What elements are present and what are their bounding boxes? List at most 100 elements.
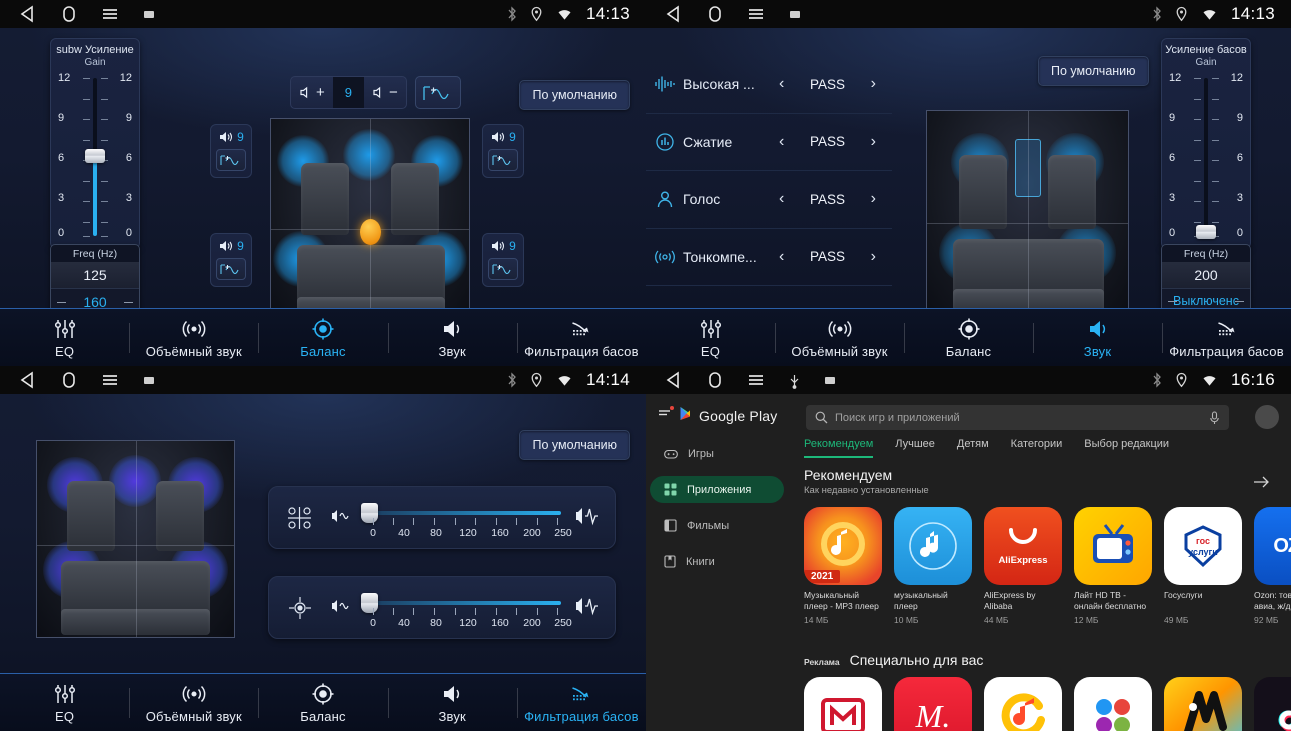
nav-tab-sound[interactable]: Звук [387,309,517,366]
car-diagram-balance[interactable] [270,118,470,323]
bass-gain-slider[interactable]: 12 12 9 9 6 6 3 3 0 0 [1162,72,1250,242]
avatar[interactable] [1255,405,1279,429]
chevron-left-icon[interactable]: ‹ [771,190,792,208]
chevron-right-icon[interactable]: › [863,133,884,151]
play-brand[interactable]: Google Play [646,394,792,426]
chevron-left-icon[interactable]: ‹ [771,133,792,151]
app-card[interactable] [1254,677,1291,731]
sidebar-item-games[interactable]: Игры [650,440,784,467]
tab-best[interactable]: Лучшее [895,438,935,458]
sound-row-compression[interactable]: Сжатие ‹ PASS › [646,114,892,171]
subw-freq-option-0[interactable]: 125 [51,262,139,288]
sidebar-item-movies[interactable]: Фильмы [650,512,784,539]
nav-tab-balance[interactable]: Баланс [258,674,387,731]
speaker-eq-button-fr[interactable] [488,149,518,171]
microphone-icon[interactable] [1209,410,1220,425]
balance-position-marker[interactable] [360,219,381,245]
sound-row-highpass[interactable]: Высокая ... ‹ PASS › [646,56,892,114]
sound-row-voice[interactable]: Голос ‹ PASS › [646,171,892,229]
default-button-balance[interactable]: По умолчанию [519,80,630,110]
app-card[interactable]: М. [894,677,972,731]
nav-tab-bassfilter[interactable]: Фильтрация басов [516,674,646,731]
speaker-eq-button-rl[interactable] [216,258,246,280]
home-icon[interactable] [60,371,78,389]
app-card[interactable]: AliExpress AliExpress by Alibaba 44 МБ [984,507,1062,625]
nav-tab-bassfilter[interactable]: Фильтрация басов [1162,309,1291,366]
home-icon[interactable] [60,5,78,23]
subw-gain-knob[interactable] [85,149,105,163]
app-card[interactable]: OZN 24/7 Ozon: товары, авиа, ж/д.билеты … [1254,507,1291,625]
subw-gain-slider[interactable]: 12 12 9 9 6 6 3 3 0 0 [51,72,139,242]
screenshot-icon[interactable] [788,7,802,21]
bassfilter-body: По умолчанию 0 40 80 120 160 200 250 0 4… [0,394,646,673]
sidebar-item-books[interactable]: Книги [650,548,784,575]
nav-label-bassfilter: Фильтрация басов [1169,343,1284,359]
menu-icon[interactable] [746,5,766,23]
bass-freq-option-0[interactable]: 200 [1162,262,1250,288]
nav-tab-surround[interactable]: Объёмный звук [129,309,258,366]
app-card[interactable]: Лайт HD ТВ - онлайн бесплатно 12 МБ [1074,507,1152,625]
chevron-right-icon[interactable]: › [863,190,884,208]
seat-front-left [959,155,1007,229]
nav-tab-surround[interactable]: Объёмный звук [129,674,258,731]
screenshot-icon[interactable] [142,7,156,21]
play-search-bar[interactable]: Поиск игр и приложений [806,405,1229,430]
master-eq-button[interactable] [414,76,461,109]
nav-tab-surround[interactable]: Объёмный звук [775,309,904,366]
screenshot-icon[interactable] [823,373,837,387]
bass-gain-knob[interactable] [1196,225,1216,239]
menu-icon[interactable] [100,371,120,389]
default-button-bassfilter[interactable]: По умолчанию [519,430,630,460]
back-icon[interactable] [18,5,38,23]
chevron-right-icon[interactable]: › [863,75,884,93]
nav-tab-balance[interactable]: Баланс [904,309,1033,366]
back-icon[interactable] [664,371,684,389]
nav-tab-balance[interactable]: Баланс [258,309,387,366]
app-card[interactable]: гос услуги Госуслуги 49 МБ [1164,507,1242,625]
speaker-eq-button-rr[interactable] [488,258,518,280]
bassfilter-rail-speakers[interactable] [365,511,561,515]
nav-tab-eq[interactable]: EQ [646,309,775,366]
app-card[interactable] [1164,677,1242,731]
nav-tab-eq[interactable]: EQ [0,309,129,366]
app-card[interactable] [984,677,1062,731]
speaker-control-front-right[interactable]: 9 [482,124,524,178]
tab-recommended[interactable]: Рекомендуем [804,438,874,458]
subw-gain-title: subw Усиление [56,44,134,56]
bassfilter-rail-subwoofer[interactable] [365,601,561,605]
arrow-right-icon[interactable] [1253,475,1271,489]
tab-kids[interactable]: Детям [957,438,989,458]
nav-tab-bassfilter[interactable]: Фильтрация басов [516,309,646,366]
tab-categories[interactable]: Категории [1011,438,1063,458]
bassfilter-knob-speakers[interactable] [361,503,378,523]
hamburger-icon[interactable] [658,406,674,425]
chevron-left-icon[interactable]: ‹ [771,75,792,93]
speaker-control-front-left[interactable]: 9 [210,124,252,178]
chevron-left-icon[interactable]: ‹ [771,248,792,266]
screenshot-icon[interactable] [142,373,156,387]
default-button-sound[interactable]: По умолчанию [1038,56,1149,86]
volume-down-button[interactable]: − [364,84,406,101]
app-card[interactable]: 2021 Музыкальный плеер - MP3 плеер , Пле… [804,507,882,625]
app-card[interactable] [1074,677,1152,731]
nav-tab-eq[interactable]: EQ [0,674,129,731]
speaker-control-rear-left[interactable]: 9 [210,233,252,287]
menu-icon[interactable] [746,371,766,389]
nav-tab-sound[interactable]: Звук [387,674,517,731]
speaker-eq-button-fl[interactable] [216,149,246,171]
menu-icon[interactable] [100,5,120,23]
speaker-control-rear-right[interactable]: 9 [482,233,524,287]
sound-row-loudness[interactable]: Тонкомпе... ‹ PASS › [646,229,892,286]
nav-tab-sound[interactable]: Звук [1033,309,1162,366]
sidebar-item-apps[interactable]: Приложения [650,476,784,503]
app-card[interactable] [804,677,882,731]
volume-up-button[interactable]: + [291,84,333,101]
home-icon[interactable] [706,371,724,389]
chevron-right-icon[interactable]: › [863,248,884,266]
tab-editors-choice[interactable]: Выбор редакции [1084,438,1169,458]
home-icon[interactable] [706,5,724,23]
bassfilter-knob-subwoofer[interactable] [361,593,378,613]
back-icon[interactable] [664,5,684,23]
app-card[interactable]: музыкальный плеер 10 МБ [894,507,972,625]
back-icon[interactable] [18,371,38,389]
